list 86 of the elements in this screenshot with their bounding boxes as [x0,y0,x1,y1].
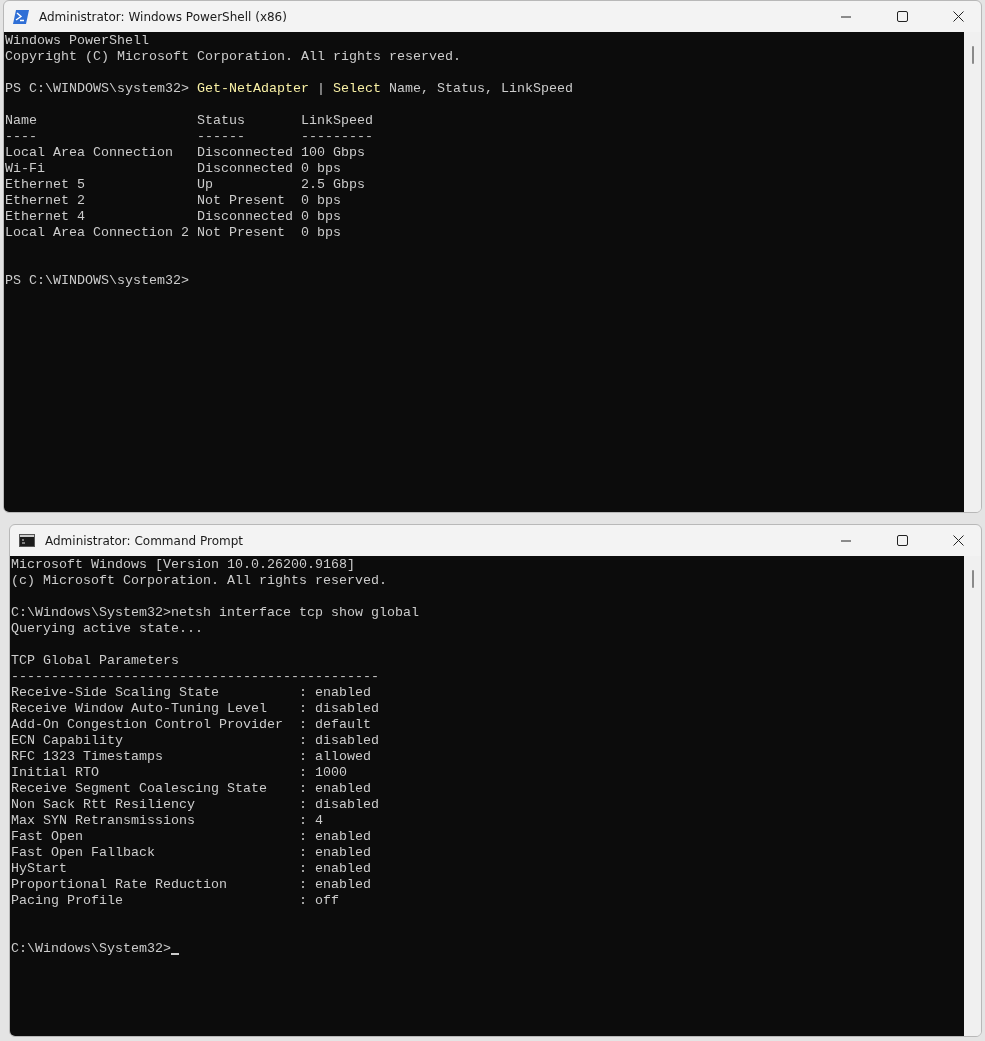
table-cell-text: 0 bps [300,193,342,209]
text-cursor [170,953,179,955]
parameter-value: enabled [314,861,372,877]
separator: : [298,717,308,733]
window-title: Administrator: Command Prompt [45,533,244,548]
separator: : [298,829,308,845]
separator: : [298,765,308,781]
console-line: (c) Microsoft Corporation. All rights reserved. [11,573,388,589]
prompt-line: C:\Windows\System32> [11,941,171,957]
close-icon [952,535,964,546]
table-cell-text: Ethernet 2 [5,193,86,209]
parameter-value: enabled [314,829,372,845]
table-cell-text: Up [196,177,214,193]
table-cell-text: Ethernet 5 [5,177,86,193]
command-line: C:\Windows\System32>netsh interface tcp show global [11,605,420,621]
window-title: Administrator: Windows PowerShell (x86) [39,9,288,24]
maximize-icon [896,535,908,546]
separator-rule: ---------------------------------------------- [11,669,380,685]
parameter-value: off [314,893,340,909]
separator: : [298,685,308,701]
console-heading: TCP Global Parameters [11,653,180,669]
table-cell-text: 0 bps [300,161,342,177]
terminal-icon [19,534,35,547]
prompt-line: PS C:\WINDOWS\system32> [5,273,190,289]
table-cell-text: Disconnected [196,161,294,177]
separator: : [298,893,308,909]
parameter-value: enabled [314,781,372,797]
maximize-icon [896,11,908,22]
header-rule: --------- [300,129,374,145]
console-line: Querying active state... [11,621,204,637]
header-rule: ---- [5,129,38,145]
table-cell-text: Wi-Fi [5,161,46,177]
parameter-value: disabled [314,701,380,717]
table-cell-text: Disconnected [196,145,294,161]
close-icon [952,11,964,22]
table-cell-text: Local Area Connection 2 [5,225,190,241]
table-cell-text: 2.5 Gbps [300,177,366,193]
table-cell-text: Disconnected [196,209,294,225]
table-cell-text: 0 bps [300,225,342,241]
command-line: PS C:\WINDOWS\system32> Get-NetAdapter | Select Name, Status, LinkSpeed [5,81,574,97]
parameter-value: enabled [314,877,372,893]
separator: : [298,845,308,861]
parameter-name: Receive Segment Coalescing State [11,781,268,797]
parameter-value: disabled [314,733,380,749]
separator: : [298,749,308,765]
parameter-name: Non Sack Rtt Resiliency [11,797,196,813]
table-cell-text: 0 bps [300,209,342,225]
console-line: Copyright (C) Microsoft Corporation. All rights reserved. [5,49,462,65]
parameter-name: ECN Capability [11,733,124,749]
header-rule: ------ [196,129,246,145]
table-cell-text: Ethernet 4 [5,209,86,225]
parameter-value: 1000 [314,765,348,781]
table-cell-text: Not Present [196,225,286,241]
parameter-value: enabled [314,845,372,861]
powershell-icon [13,9,29,24]
parameter-name: Pacing Profile [11,893,124,909]
parameter-name: Receive-Side Scaling State [11,685,220,701]
console-line: Microsoft Windows [Version 10.0.26200.9168] [11,557,356,573]
separator: : [298,733,308,749]
separator: : [298,797,308,813]
parameter-name: RFC 1323 Timestamps [11,749,164,765]
table-cell-text: 100 Gbps [300,145,366,161]
parameter-name: Proportional Rate Reduction [11,877,228,893]
column-header: Name [5,113,38,129]
parameter-value: 4 [314,813,324,829]
parameter-name: HyStart [11,861,68,877]
parameter-name: Fast Open Fallback [11,845,156,861]
parameter-value: allowed [314,749,372,765]
separator: : [298,877,308,893]
parameter-name: Add-On Congestion Control Provider [11,717,284,733]
column-header: Status [196,113,246,129]
parameter-value: enabled [314,685,372,701]
parameter-name: Fast Open [11,829,84,845]
separator: : [298,861,308,877]
parameter-value: default [314,717,372,733]
parameter-name: Receive Window Auto-Tuning Level [11,701,268,717]
parameter-value: disabled [314,797,380,813]
table-cell-text: Local Area Connection [5,145,174,161]
separator: : [298,781,308,797]
table-cell-text: Not Present [196,193,286,209]
separator: : [298,701,308,717]
parameter-name: Initial RTO [11,765,100,781]
console-line: Windows PowerShell [5,33,150,49]
separator: : [298,813,308,829]
parameter-name: Max SYN Retransmissions [11,813,196,829]
column-header: LinkSpeed [300,113,374,129]
